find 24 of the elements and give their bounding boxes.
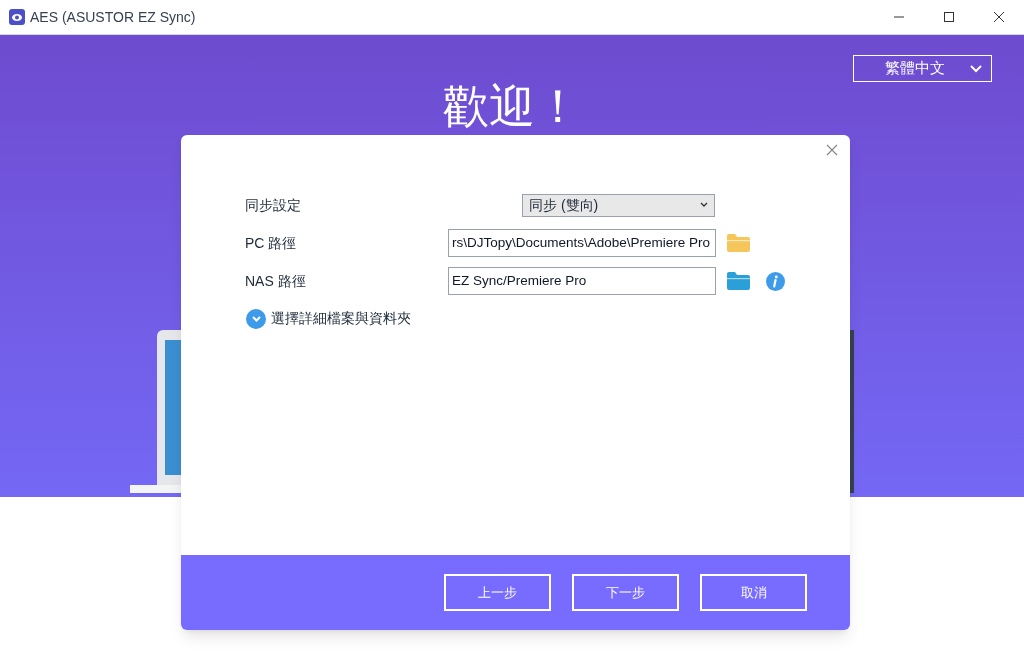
folder-icon[interactable] xyxy=(726,271,751,291)
path-field[interactable]: EZ Sync/Premiere Pro xyxy=(448,267,716,295)
welcome-heading: 歡迎！ xyxy=(442,83,582,129)
expand-button[interactable] xyxy=(246,308,266,329)
folder-icon[interactable] xyxy=(726,233,751,253)
info-icon[interactable] xyxy=(766,271,785,291)
path-field[interactable]: rs\DJTopy\Documents\Adobe\Premiere Pro xyxy=(448,229,716,257)
language-select[interactable]: 繁體中文 xyxy=(853,55,992,82)
dialog-button[interactable]: 上一步 xyxy=(444,574,551,611)
field-label: PC 路徑 xyxy=(245,233,298,253)
chevron-down-icon xyxy=(700,202,708,208)
chevron-down-icon xyxy=(970,64,982,73)
dialog-close-button[interactable] xyxy=(826,143,840,157)
maximize-icon[interactable] xyxy=(944,12,954,22)
app-logo-icon xyxy=(9,9,25,25)
dialog-button[interactable]: 下一步 xyxy=(572,574,679,611)
dialog-button[interactable]: 取消 xyxy=(700,574,807,611)
chevron-down-icon xyxy=(251,315,261,322)
field-label: NAS 路徑 xyxy=(245,271,307,291)
close-icon[interactable] xyxy=(994,12,1004,22)
window-title: AES (ASUSTOR EZ Sync) xyxy=(30,7,196,27)
sync-mode-select[interactable]: 同步 (雙向) xyxy=(522,193,715,217)
expander-label[interactable]: 選擇詳細檔案與資料夾 xyxy=(271,308,411,329)
field-label: 同步設定 xyxy=(245,195,302,215)
